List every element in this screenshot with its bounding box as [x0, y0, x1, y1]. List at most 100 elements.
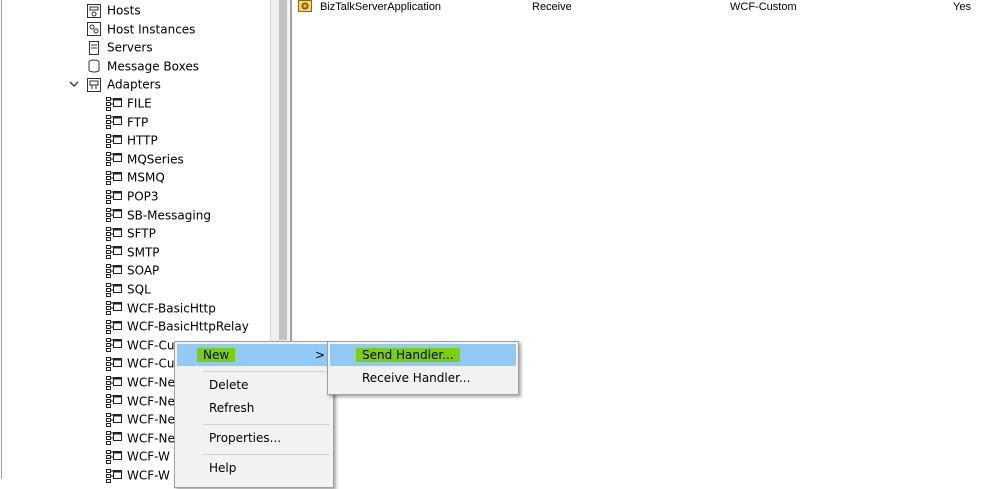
tree-item[interactable]: WCF-Ne [106, 410, 175, 428]
tree-item[interactable]: SOAP [106, 261, 159, 279]
row-default: Yes [953, 1, 971, 13]
new-submenu: Send Handler... Receive Handler... [327, 341, 519, 395]
tree-item[interactable]: Adapters [69, 75, 161, 93]
handlers-list[interactable]: BizTalkServerApplication Receive WCF-Cus… [293, 0, 1000, 479]
adapter-icon [106, 226, 122, 242]
menu-item-new-label: New [197, 348, 236, 362]
adapters-icon [86, 77, 102, 93]
tree-item[interactable]: SMTP [106, 243, 160, 261]
row-adapter: WCF-Custom [730, 1, 797, 13]
adapter-icon [106, 170, 122, 186]
tree-item-label: Adapters [107, 77, 161, 92]
row-direction: Receive [532, 1, 572, 13]
tree-item[interactable]: WCF-W [106, 466, 170, 484]
tree-item[interactable]: FILE [106, 94, 152, 112]
adapter-icon [106, 263, 122, 279]
tree-item-label: SFTP [127, 226, 156, 241]
tree-item[interactable]: WCF-BasicHttpRelay [106, 317, 249, 335]
adapter-icon [106, 300, 122, 316]
adapter-icon [106, 151, 122, 167]
menu-item-properties[interactable]: Properties... [177, 427, 331, 449]
adapter-icon [106, 393, 122, 409]
tree-item[interactable]: WCF-Ne [106, 392, 175, 410]
tree-item[interactable]: WCF-Cu [106, 336, 174, 354]
menu-item-delete[interactable]: Delete [177, 374, 331, 396]
tree-item[interactable]: Host Instances [86, 20, 195, 38]
tree-item-label: SOAP [127, 263, 160, 278]
tree-item[interactable]: SQL [106, 280, 151, 298]
message-boxes-icon [86, 58, 102, 74]
adapter-icon [106, 449, 122, 465]
menu-separator [203, 454, 329, 455]
tree-item[interactable]: WCF-Cu [106, 354, 174, 372]
tree-item[interactable]: MQSeries [106, 150, 184, 168]
tree-item-label: SB-Messaging [127, 208, 211, 223]
menu-separator [203, 424, 329, 425]
tree-item-label: WCF-Cu [127, 338, 175, 353]
submenu-arrow-icon: > [315, 348, 326, 362]
menu-item-help[interactable]: Help [177, 457, 331, 479]
menu-item-send-handler[interactable]: Send Handler... [330, 344, 516, 366]
tree-item-label: Host Instances [107, 22, 196, 37]
tree-item[interactable]: POP3 [106, 187, 159, 205]
tree-scrollbar-thumb[interactable] [279, 0, 287, 340]
menu-item-send-handler-label: Send Handler... [356, 348, 460, 362]
tree-item[interactable]: Message Boxes [86, 57, 199, 75]
tree-item[interactable]: WCF-Ne [106, 429, 175, 447]
tree-item-label: POP3 [127, 189, 159, 204]
tree-item-label: WCF-Ne [127, 394, 175, 409]
menu-item-refresh-label: Refresh [209, 401, 255, 415]
adapter-icon [106, 375, 122, 391]
menu-item-properties-label: Properties... [209, 431, 282, 445]
adapter-icon [106, 114, 122, 130]
hosts-icon [86, 3, 102, 19]
tree-item[interactable]: MSMQ [106, 168, 165, 186]
adapter-icon [106, 319, 122, 335]
menu-item-new[interactable]: New > [177, 344, 331, 366]
tree-item-label: FTP [127, 115, 149, 130]
tree-item-label: WCF-Ne [127, 375, 175, 390]
tree-item-label: Hosts [107, 3, 141, 18]
tree-item-label: MQSeries [127, 152, 184, 167]
adapter-icon [106, 96, 122, 112]
adapter-icon [106, 282, 122, 298]
chevron-down-icon[interactable] [69, 75, 79, 98]
tree-item[interactable]: SB-Messaging [106, 206, 211, 224]
tree-item[interactable]: SFTP [106, 224, 156, 242]
tree-item-label: Servers [107, 40, 153, 55]
tree-item[interactable]: WCF-W [106, 447, 170, 465]
tree-item-label: WCF-W [127, 468, 170, 483]
menu-item-refresh[interactable]: Refresh [177, 397, 331, 419]
application-icon [298, 0, 312, 12]
tree-item[interactable]: WCF-BasicHttp [106, 299, 216, 317]
tree-item-label: Message Boxes [107, 59, 199, 74]
adapter-icon [106, 337, 122, 353]
tree-item-label: HTTP [127, 133, 158, 148]
adapter-icon [106, 207, 122, 223]
adapter-icon [106, 468, 122, 484]
tree-item-label: WCF-Ne [127, 412, 175, 427]
tree-item-label: WCF-Cu [127, 356, 175, 371]
tree-item-label: SMTP [127, 245, 160, 260]
servers-icon [86, 40, 102, 56]
host-instances-icon [86, 21, 102, 37]
menu-item-delete-label: Delete [209, 378, 249, 392]
adapter-icon [106, 244, 122, 260]
list-row[interactable]: BizTalkServerApplication Receive WCF-Cus… [293, 0, 1000, 14]
adapter-icon [106, 133, 122, 149]
tree-item[interactable]: HTTP [106, 131, 158, 149]
tree-item[interactable]: Servers [86, 38, 153, 56]
tree-item[interactable]: FTP [106, 113, 148, 131]
tree-item[interactable]: Hosts [86, 1, 141, 19]
tree-item-label: FILE [127, 96, 152, 111]
tree-item[interactable]: WCF-Ne [106, 373, 175, 391]
menu-separator [203, 371, 329, 372]
menu-item-receive-handler[interactable]: Receive Handler... [330, 367, 516, 389]
row-name: BizTalkServerApplication [320, 1, 442, 13]
adapter-icon [106, 430, 122, 446]
tree-item-label: WCF-BasicHttp [127, 301, 216, 316]
adapter-icon [106, 189, 122, 205]
adapter-icon [106, 412, 122, 428]
tree-item-label: WCF-BasicHttpRelay [127, 319, 249, 334]
menu-item-help-label: Help [209, 461, 237, 475]
